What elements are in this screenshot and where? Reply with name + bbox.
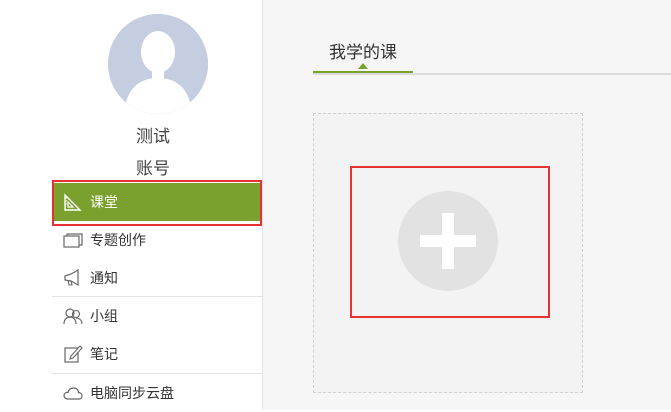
sidebar-item-notes[interactable]: 笔记 xyxy=(52,335,262,373)
sidebar-item-group[interactable]: 小组 xyxy=(52,297,262,335)
cloud-icon xyxy=(62,382,84,404)
sidebar-item-label: 课堂 xyxy=(90,195,118,211)
sidebar-item-label: 通知 xyxy=(90,271,118,287)
sidebar-item-label: 小组 xyxy=(90,309,118,325)
tab-bar: 我学的课 xyxy=(313,0,671,75)
add-course-card[interactable] xyxy=(313,113,583,393)
username-line1: 测试 xyxy=(136,127,170,147)
megaphone-icon xyxy=(62,267,84,289)
add-course-button[interactable] xyxy=(398,191,498,291)
avatar[interactable] xyxy=(108,14,208,114)
sidebar-item-classroom[interactable]: 课堂 xyxy=(52,183,262,221)
active-tab-indicator xyxy=(358,63,368,69)
sidebar-item-notice[interactable]: 通知 xyxy=(52,259,262,297)
user-silhouette-icon xyxy=(108,14,208,114)
sidebar: 测试 账号 课堂 专题创作 通知 小组 笔记 电脑同步云盘 xyxy=(0,0,263,410)
plus-icon-vertical xyxy=(442,213,454,269)
sidebar-item-cloud[interactable]: 电脑同步云盘 xyxy=(52,374,262,412)
username-line2: 账号 xyxy=(136,159,170,179)
classroom-icon xyxy=(62,191,84,213)
sidebar-item-label: 笔记 xyxy=(90,347,118,363)
sidebar-item-label: 电脑同步云盘 xyxy=(90,386,174,402)
note-icon xyxy=(62,343,84,365)
main-content: 我学的课 xyxy=(263,0,671,410)
group-icon xyxy=(62,305,84,327)
topic-icon xyxy=(62,229,84,251)
sidebar-item-topic[interactable]: 专题创作 xyxy=(52,221,262,259)
sidebar-item-label: 专题创作 xyxy=(90,233,146,249)
